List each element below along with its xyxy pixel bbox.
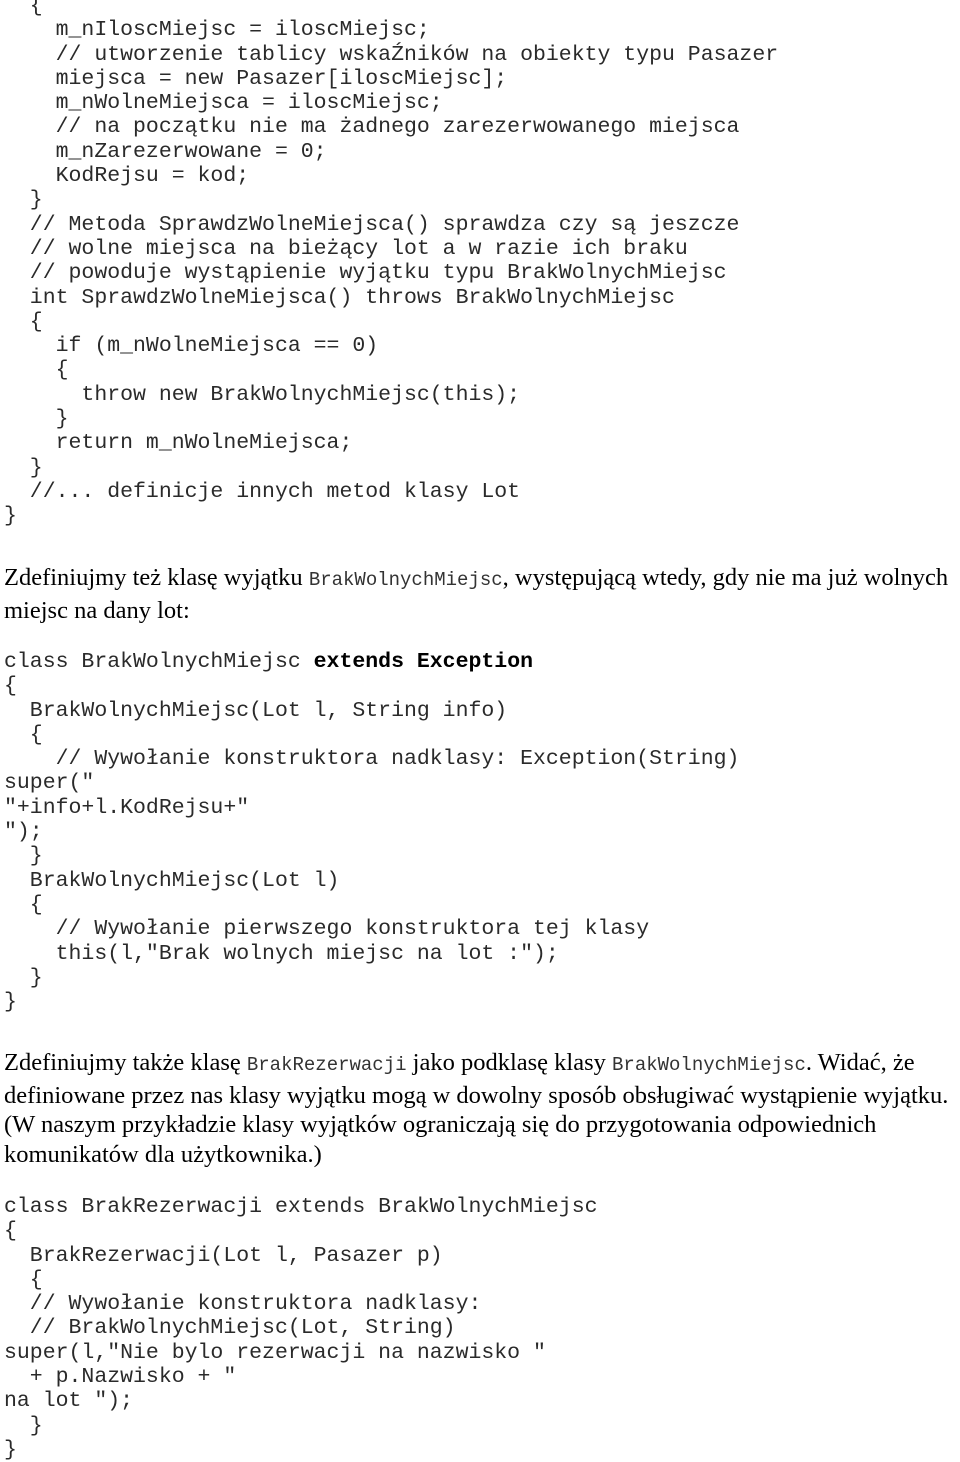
paragraph-text: jako podklasę klasy <box>406 1049 613 1076</box>
code-line: { <box>4 722 43 747</box>
paragraph-text: Zdefiniujmy także klasę <box>4 1049 247 1076</box>
code-line: this(l,"Brak wolnych miejsc na lot :"); <box>4 941 559 966</box>
code-line: if (m_nWolneMiejsca == 0) <box>4 334 379 359</box>
code-constructor-signature: BrakRezerwacji(Lot l, Pasazer p) <box>4 1243 443 1268</box>
paragraph-exception-class-intro: Zdefiniujmy też klasę wyjątku BrakWolnyc… <box>4 563 960 625</box>
code-constructor-signature: BrakWolnychMiejsc(Lot l) <box>4 868 340 893</box>
code-line: } <box>4 1413 43 1438</box>
code-line: miejsca = new Pasazer[iloscMiejsc]; <box>4 66 508 91</box>
code-line: throw new BrakWolnychMiejsc(this); <box>4 382 521 407</box>
code-line: } <box>4 1437 17 1462</box>
code-line: m_nWolneMiejsca = iloscMiejsc; <box>4 91 443 116</box>
code-comment: //... definicje innych metod klasy Lot <box>4 479 521 504</box>
code-line: } <box>4 504 17 529</box>
code-line: { <box>4 674 17 699</box>
code-line: { <box>4 358 69 383</box>
code-line: { <box>4 1219 17 1244</box>
code-line: } <box>4 990 17 1015</box>
code-line: m_nIloscMiejsc = iloscMiejsc; <box>4 18 430 43</box>
code-comment: // Wywołanie pierwszego konstruktora tej… <box>4 917 650 942</box>
code-line: } <box>4 407 69 432</box>
code-comment: // na początku nie ma żadnego zarezerwow… <box>4 115 740 140</box>
code-line: return m_nWolneMiejsca; <box>4 431 353 456</box>
code-comment: // utworzenie tablicy wskaŹników na obie… <box>4 42 779 67</box>
paragraph-subclass-intro: Zdefiniujmy także klasę BrakRezerwacji j… <box>4 1048 960 1169</box>
code-line: "); <box>4 820 43 845</box>
code-constructor-signature: BrakWolnychMiejsc(Lot l, String info) <box>4 698 508 723</box>
code-line: { <box>4 0 43 18</box>
code-line: } <box>4 188 43 213</box>
code-comment: // BrakWolnychMiejsc(Lot, String) <box>4 1316 456 1341</box>
inline-code-ref: BrakWolnychMiejsc <box>612 1054 806 1076</box>
code-class-declaration: class BrakWolnychMiejsc extends Exceptio… <box>4 650 739 674</box>
code-line: { <box>4 1267 43 1292</box>
code-comment: // powoduje wystąpienie wyjątku typu Bra… <box>4 261 727 286</box>
code-line: { <box>4 892 43 917</box>
code-keyword-extends: extends Exception <box>313 650 533 674</box>
code-line: } <box>4 965 43 990</box>
code-line: { <box>4 309 43 334</box>
code-comment: // Metoda SprawdzWolneMiejsca() sprawdza… <box>4 212 740 237</box>
code-line: "+info+l.KodRejsu+" <box>4 795 250 820</box>
code-block-brak-rezerwacji: class BrakRezerwacji extends BrakWolnych… <box>4 1195 598 1462</box>
code-line: super(" <box>4 771 95 796</box>
code-method-signature: int SprawdzWolneMiejsca() throws BrakWol… <box>4 285 675 310</box>
code-line: KodRejsu = kod; <box>4 164 250 189</box>
code-class-prefix: class BrakWolnychMiejsc <box>4 650 314 674</box>
code-line: m_nZarezerwowane = 0; <box>4 139 327 164</box>
code-block-lot-constructor: { m_nIloscMiejsc = iloscMiejsc; // utwor… <box>4 0 778 529</box>
code-block-brak-wolnych-miejsc: class BrakWolnychMiejsc extends Exceptio… <box>4 650 739 1014</box>
code-class-declaration: class BrakRezerwacji extends BrakWolnych… <box>4 1195 598 1219</box>
code-comment: // wolne miejsca na bieżący lot a w razi… <box>4 236 688 261</box>
code-line: } <box>4 844 43 869</box>
code-line: + p.Nazwisko + " <box>4 1365 237 1390</box>
inline-code-ref: BrakWolnychMiejsc <box>308 569 503 591</box>
code-line: na lot "); <box>4 1389 134 1414</box>
paragraph-text: Zdefiniujmy też klasę wyjątku <box>4 564 309 591</box>
code-comment: // Wywołanie konstruktora nadklasy: Exce… <box>4 747 740 772</box>
code-comment: // Wywołanie konstruktora nadklasy: <box>4 1292 482 1317</box>
code-line: super(l,"Nie bylo rezerwacji na nazwisko… <box>4 1340 546 1365</box>
code-line: } <box>4 455 43 480</box>
inline-code-ref: BrakRezerwacji <box>246 1054 407 1076</box>
